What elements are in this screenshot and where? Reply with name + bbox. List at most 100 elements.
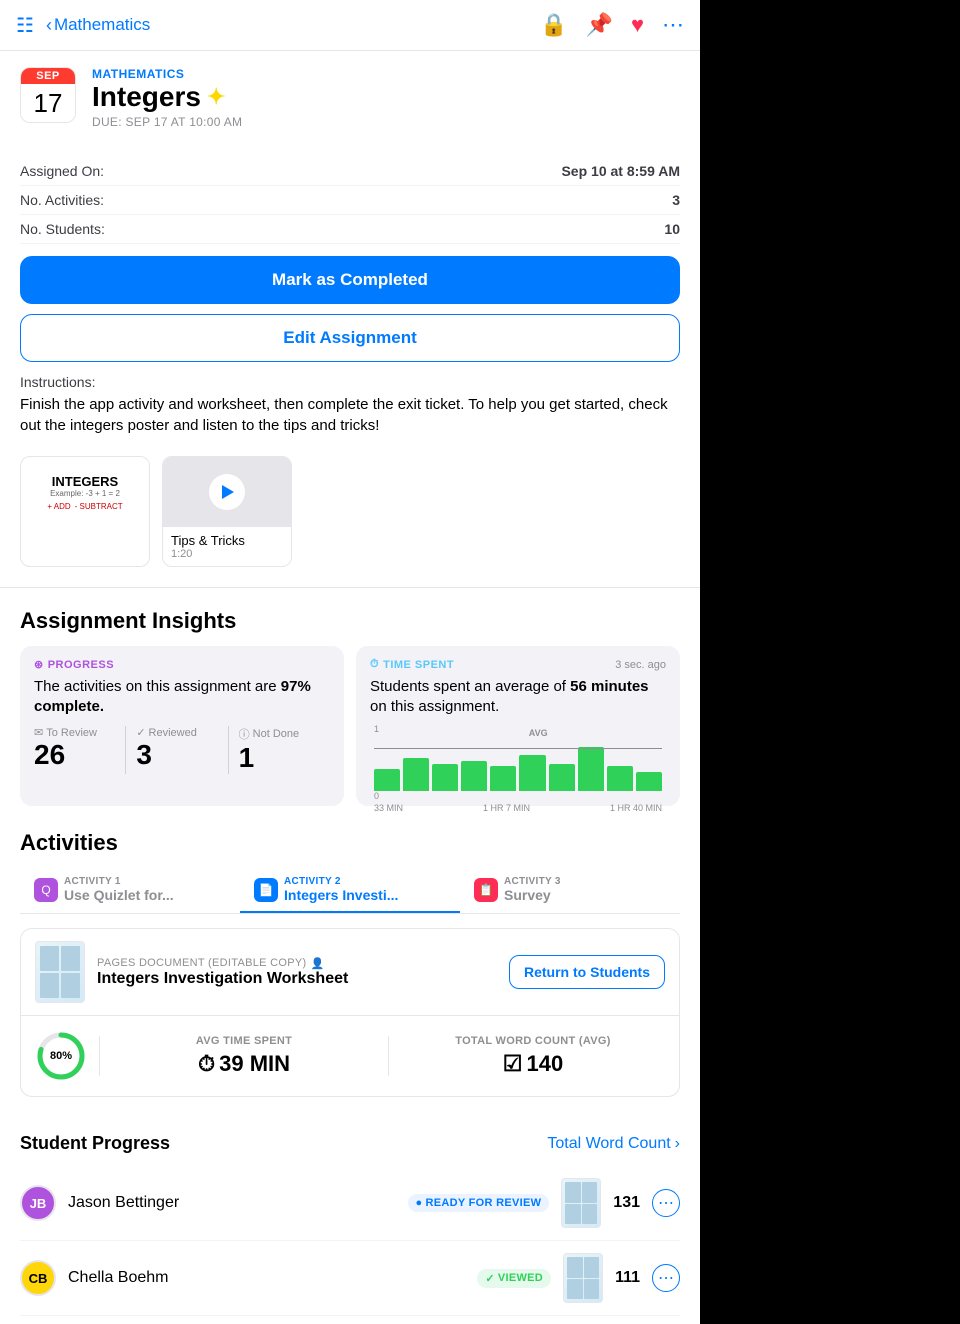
student-progress-title: Student Progress <box>20 1133 170 1154</box>
more-button-1[interactable]: ⋯ <box>652 1189 680 1217</box>
assignment-name: Integers ✦ <box>92 81 680 113</box>
attachments-row: INTEGERS Example: -3 + 1 = 2 + ADD - SUB… <box>0 448 700 583</box>
bar-9 <box>607 766 633 791</box>
activities-val: 3 <box>672 192 680 208</box>
tab-2-num: ACTIVITY 2 <box>284 876 398 887</box>
play-button-container[interactable] <box>163 457 291 527</box>
poster-add-label: + ADD <box>47 502 70 511</box>
assignment-meta: Assigned On: Sep 10 at 8:59 AM No. Activ… <box>0 145 700 244</box>
return-students-button[interactable]: Return to Students <box>509 955 665 989</box>
activities-row: No. Activities: 3 <box>20 186 680 215</box>
check-icon: ✓ <box>136 726 145 739</box>
edit-assignment-button[interactable]: Edit Assignment <box>20 314 680 362</box>
more-icon[interactable]: ⋯ <box>662 12 684 38</box>
progress-pct-label: 80% <box>50 1050 72 1062</box>
integers-poster-subtitle: Example: -3 + 1 = 2 <box>50 489 120 498</box>
instructions-text: Finish the app activity and worksheet, t… <box>20 394 680 436</box>
assigned-on-label: Assigned On: <box>20 163 104 179</box>
tab-3-name: Survey <box>504 887 561 903</box>
sparkle-icon: ✦ <box>207 84 225 110</box>
clock-icon: ⏱ <box>370 658 379 671</box>
mark-complete-button[interactable]: Mark as Completed <box>20 256 680 304</box>
chart-axis: 33 MIN 1 HR 7 MIN 1 HR 40 MIN <box>370 803 666 813</box>
tab-3-num: ACTIVITY 3 <box>504 876 561 887</box>
lock-icon[interactable]: 🔒 <box>540 12 567 38</box>
time-spent-label: ⏱ TIME SPENT 3 sec. ago <box>370 658 666 671</box>
heart-icon[interactable]: ♥ <box>631 12 644 38</box>
doc-name: Integers Investigation Worksheet <box>97 970 497 988</box>
student-progress-section: Student Progress Total Word Count › JB J… <box>0 1117 700 1324</box>
assignment-title-block: MATHEMATICS Integers ✦ DUE: SEP 17 AT 10… <box>92 67 680 129</box>
video-info: Tips & Tricks 1:20 <box>163 527 291 566</box>
not-done-val: 1 <box>239 742 320 774</box>
review-icon: ● <box>416 1197 423 1209</box>
not-done-stat: ⓘ Not Done 1 <box>228 726 330 774</box>
student-name-2: Chella Boehm <box>68 1269 465 1287</box>
sidebar-toggle-icon[interactable]: ☷ <box>16 13 34 38</box>
reviewed-val: 3 <box>136 739 217 771</box>
check-circle-icon: ☑ <box>503 1051 523 1077</box>
student-avatar-cb: CB <box>20 1260 56 1296</box>
back-chevron-icon: ‹ <box>46 15 52 36</box>
poster-subtract-label: - SUBTRACT <box>75 502 123 511</box>
bar-8 <box>578 747 604 791</box>
stats-divider-2 <box>388 1036 389 1076</box>
avg-time-label: AVG TIME SPENT <box>112 1035 376 1047</box>
doc-thumb-image <box>36 942 84 1002</box>
student-name-1: Jason Bettinger <box>68 1194 396 1212</box>
person-icon: 👤 <box>310 957 324 970</box>
tab-activity-3[interactable]: 📋 ACTIVITY 3 Survey <box>460 868 680 913</box>
play-circle <box>209 474 245 510</box>
integers-poster-title: INTEGERS <box>52 474 118 489</box>
poster-thumb: INTEGERS Example: -3 + 1 = 2 + ADD - SUB… <box>21 457 149 527</box>
due-date: DUE: SEP 17 AT 10:00 AM <box>92 115 680 129</box>
students-label: No. Students: <box>20 221 105 237</box>
tab-activity-1[interactable]: Q ACTIVITY 1 Use Quizlet for... <box>20 868 240 913</box>
word-count-link[interactable]: Total Word Count › <box>547 1135 680 1153</box>
tab-activity-2[interactable]: 📄 ACTIVITY 2 Integers Investi... <box>240 868 460 913</box>
progress-circle: 80% <box>35 1030 87 1082</box>
video-thumb <box>163 457 291 527</box>
assignment-title-text: Integers <box>92 81 201 113</box>
calendar-badge: SEP 17 <box>20 67 76 123</box>
avg-line <box>374 748 662 749</box>
instructions-section: Instructions: Finish the app activity an… <box>0 374 700 448</box>
doc-type: PAGES DOCUMENT (EDITABLE COPY) 👤 <box>97 957 497 970</box>
assigned-on-row: Assigned On: Sep 10 at 8:59 AM <box>20 157 680 186</box>
student-thumb-1[interactable] <box>561 1178 601 1228</box>
student-avatar-jb: JB <box>20 1185 56 1221</box>
students-row: No. Students: 10 <box>20 215 680 244</box>
word-count-1: 131 <box>613 1194 640 1212</box>
word-count-col: TOTAL WORD COUNT (AVG) ☑ 140 <box>401 1035 665 1077</box>
integers-poster-image: INTEGERS Example: -3 + 1 = 2 + ADD - SUB… <box>21 457 149 527</box>
activities-title: Activities <box>20 830 680 856</box>
reviewed-stat: ✓ Reviewed 3 <box>125 726 227 774</box>
assignment-header: SEP 17 MATHEMATICS Integers ✦ DUE: SEP 1… <box>0 51 700 145</box>
pin-icon[interactable]: 📌 <box>586 12 613 38</box>
activity-tabs: Q ACTIVITY 1 Use Quizlet for... 📄 ACTIVI… <box>20 868 680 914</box>
progress-card: ⊛ PROGRESS The activities on this assign… <box>20 646 344 806</box>
axis-label-2: 1 HR 7 MIN <box>483 803 530 813</box>
student-thumb-2[interactable] <box>563 1253 603 1303</box>
chevron-right-icon: › <box>675 1135 680 1153</box>
attachment-video[interactable]: Tips & Tricks 1:20 <box>162 456 292 567</box>
bar-1 <box>374 769 400 791</box>
doc-card: PAGES DOCUMENT (EDITABLE COPY) 👤 Integer… <box>20 928 680 1097</box>
word-count-2: 111 <box>615 1269 640 1287</box>
back-button[interactable]: ‹ Mathematics <box>46 15 150 36</box>
word-count-val: ☑ 140 <box>401 1051 665 1077</box>
progress-stats: ✉ To Review 26 ✓ Reviewed 3 <box>34 726 330 774</box>
more-button-2[interactable]: ⋯ <box>652 1264 680 1292</box>
attachment-poster[interactable]: INTEGERS Example: -3 + 1 = 2 + ADD - SUB… <box>20 456 150 567</box>
play-icon <box>222 485 234 499</box>
doc-header: PAGES DOCUMENT (EDITABLE COPY) 👤 Integer… <box>21 929 679 1015</box>
bar-5 <box>490 766 516 791</box>
progress-text: The activities on this assignment are 97… <box>34 677 330 716</box>
action-buttons: Mark as Completed Edit Assignment <box>0 244 700 374</box>
tab-2-name: Integers Investi... <box>284 887 398 903</box>
axis-label-1: 33 MIN <box>374 803 403 813</box>
section-divider <box>0 587 700 588</box>
time-spent-text: Students spent an average of 56 minutes … <box>370 677 666 716</box>
insights-title: Assignment Insights <box>20 608 680 634</box>
cal-month: SEP <box>21 68 75 84</box>
